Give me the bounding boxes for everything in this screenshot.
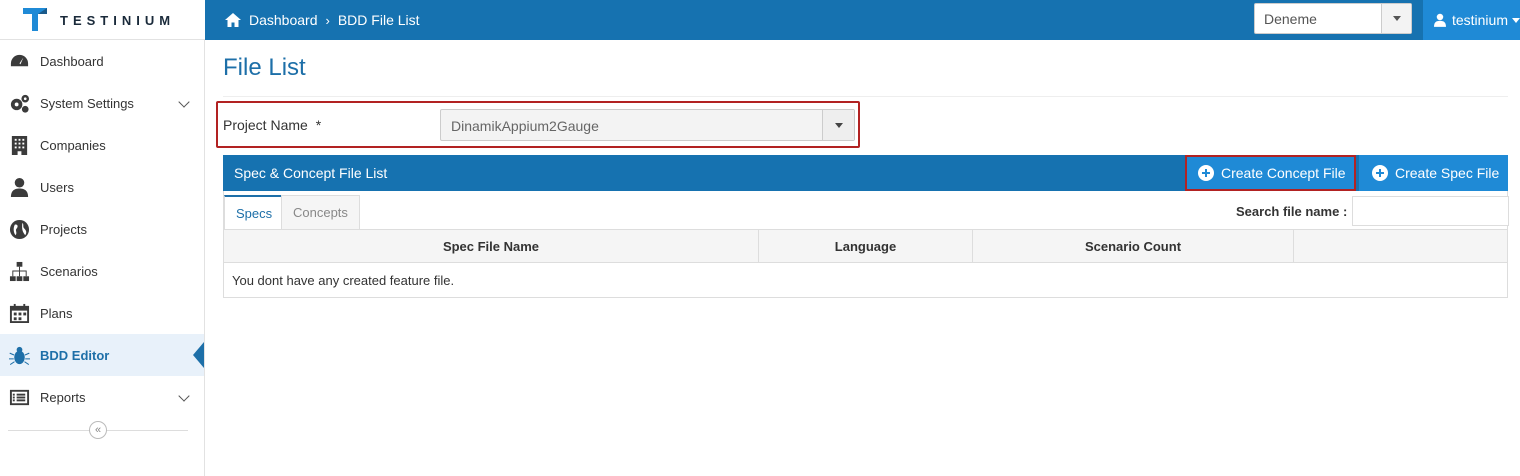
logo[interactable]: TESTINIUM bbox=[0, 0, 205, 40]
sidebar-item-reports[interactable]: Reports bbox=[0, 376, 204, 418]
sidebar-item-label: BDD Editor bbox=[40, 347, 110, 363]
column-header-scenario-count[interactable]: Scenario Count bbox=[973, 230, 1294, 263]
chevron-down-icon[interactable] bbox=[1381, 4, 1411, 33]
dashboard-icon bbox=[8, 50, 30, 72]
sidebar-item-users[interactable]: Users bbox=[0, 166, 204, 208]
create-concept-file-label: Create Concept File bbox=[1221, 165, 1346, 181]
sidebar: Dashboard System Settings Companies User… bbox=[0, 40, 205, 476]
sitemap-icon bbox=[8, 260, 30, 282]
tab-specs[interactable]: Specs bbox=[224, 195, 285, 229]
collapse-sidebar-icon[interactable]: « bbox=[89, 421, 107, 439]
project-name-label: Project Name * bbox=[223, 117, 321, 133]
top-bar: TESTINIUM Dashboard › BDD File List Dene… bbox=[0, 0, 1520, 40]
plus-circle-icon bbox=[1198, 165, 1214, 181]
user-menu-button[interactable]: testinium bbox=[1423, 0, 1520, 40]
chevron-down-icon[interactable] bbox=[822, 110, 854, 140]
user-name: testinium bbox=[1451, 12, 1508, 28]
table-header: Spec File Name Language Scenario Count bbox=[224, 229, 1507, 263]
sidebar-item-label: Dashboard bbox=[40, 53, 104, 69]
required-mark: * bbox=[315, 117, 322, 133]
file-list-panel-header: Spec & Concept File List Create Concept … bbox=[223, 155, 1508, 191]
sidebar-item-projects[interactable]: Projects bbox=[0, 208, 204, 250]
file-list-panel-body: Specs Concepts Search file name : Spec F… bbox=[223, 191, 1509, 298]
title-divider bbox=[223, 96, 1508, 97]
panel-title: Spec & Concept File List bbox=[234, 165, 388, 181]
chevron-down-icon bbox=[178, 96, 190, 108]
create-spec-file-button[interactable]: Create Spec File bbox=[1359, 155, 1508, 191]
sidebar-item-label: Projects bbox=[40, 221, 87, 237]
sidebar-item-bdd-editor[interactable]: BDD Editor bbox=[0, 334, 204, 376]
project-name-value: DinamikAppium2Gauge bbox=[451, 118, 599, 134]
calendar-icon bbox=[8, 302, 30, 324]
page-title: File List bbox=[223, 54, 306, 81]
caret-down-icon bbox=[1512, 17, 1520, 23]
sidebar-item-label: Reports bbox=[40, 389, 86, 405]
search-file-name-label: Search file name : bbox=[1236, 204, 1348, 219]
user-icon bbox=[8, 176, 30, 198]
logo-icon bbox=[23, 8, 47, 31]
sidebar-item-scenarios[interactable]: Scenarios bbox=[0, 250, 204, 292]
building-icon bbox=[8, 134, 30, 156]
project-name-label-text: Project Name bbox=[223, 117, 308, 133]
globe-icon bbox=[8, 218, 30, 240]
column-header-language[interactable]: Language bbox=[759, 230, 973, 263]
home-icon bbox=[225, 13, 241, 27]
user-icon bbox=[1434, 13, 1446, 27]
create-concept-file-button[interactable]: Create Concept File bbox=[1185, 155, 1356, 191]
workspace-select[interactable]: Deneme bbox=[1254, 3, 1412, 34]
sidebar-item-plans[interactable]: Plans bbox=[0, 292, 204, 334]
search-file-name-input[interactable] bbox=[1352, 196, 1509, 226]
sidebar-item-system-settings[interactable]: System Settings bbox=[0, 82, 204, 124]
sidebar-item-dashboard[interactable]: Dashboard bbox=[0, 40, 204, 82]
breadcrumb-home[interactable]: Dashboard bbox=[249, 12, 318, 28]
sidebar-item-label: Plans bbox=[40, 305, 73, 321]
breadcrumb-separator-icon: › bbox=[325, 12, 330, 28]
sidebar-item-companies[interactable]: Companies bbox=[0, 124, 204, 166]
tab-concepts[interactable]: Concepts bbox=[281, 195, 360, 229]
sidebar-item-label: Companies bbox=[40, 137, 106, 153]
list-icon bbox=[8, 386, 30, 408]
breadcrumb: Dashboard › BDD File List bbox=[224, 0, 420, 40]
plus-circle-icon bbox=[1372, 165, 1388, 181]
logo-text: TESTINIUM bbox=[60, 13, 176, 28]
workspace-select-value: Deneme bbox=[1264, 11, 1317, 27]
column-header-spec-file-name[interactable]: Spec File Name bbox=[224, 230, 759, 263]
chevron-down-icon bbox=[178, 390, 190, 402]
project-name-select[interactable]: DinamikAppium2Gauge bbox=[440, 109, 855, 141]
bug-icon bbox=[8, 344, 30, 366]
column-header-actions bbox=[1294, 230, 1507, 263]
empty-table-message: You dont have any created feature file. bbox=[232, 273, 455, 288]
create-spec-file-label: Create Spec File bbox=[1395, 165, 1500, 181]
sidebar-item-label: Scenarios bbox=[40, 263, 98, 279]
sidebar-item-label: Users bbox=[40, 179, 74, 195]
breadcrumb-current: BDD File List bbox=[337, 12, 420, 28]
gears-icon bbox=[8, 92, 30, 114]
sidebar-item-label: System Settings bbox=[40, 95, 134, 111]
